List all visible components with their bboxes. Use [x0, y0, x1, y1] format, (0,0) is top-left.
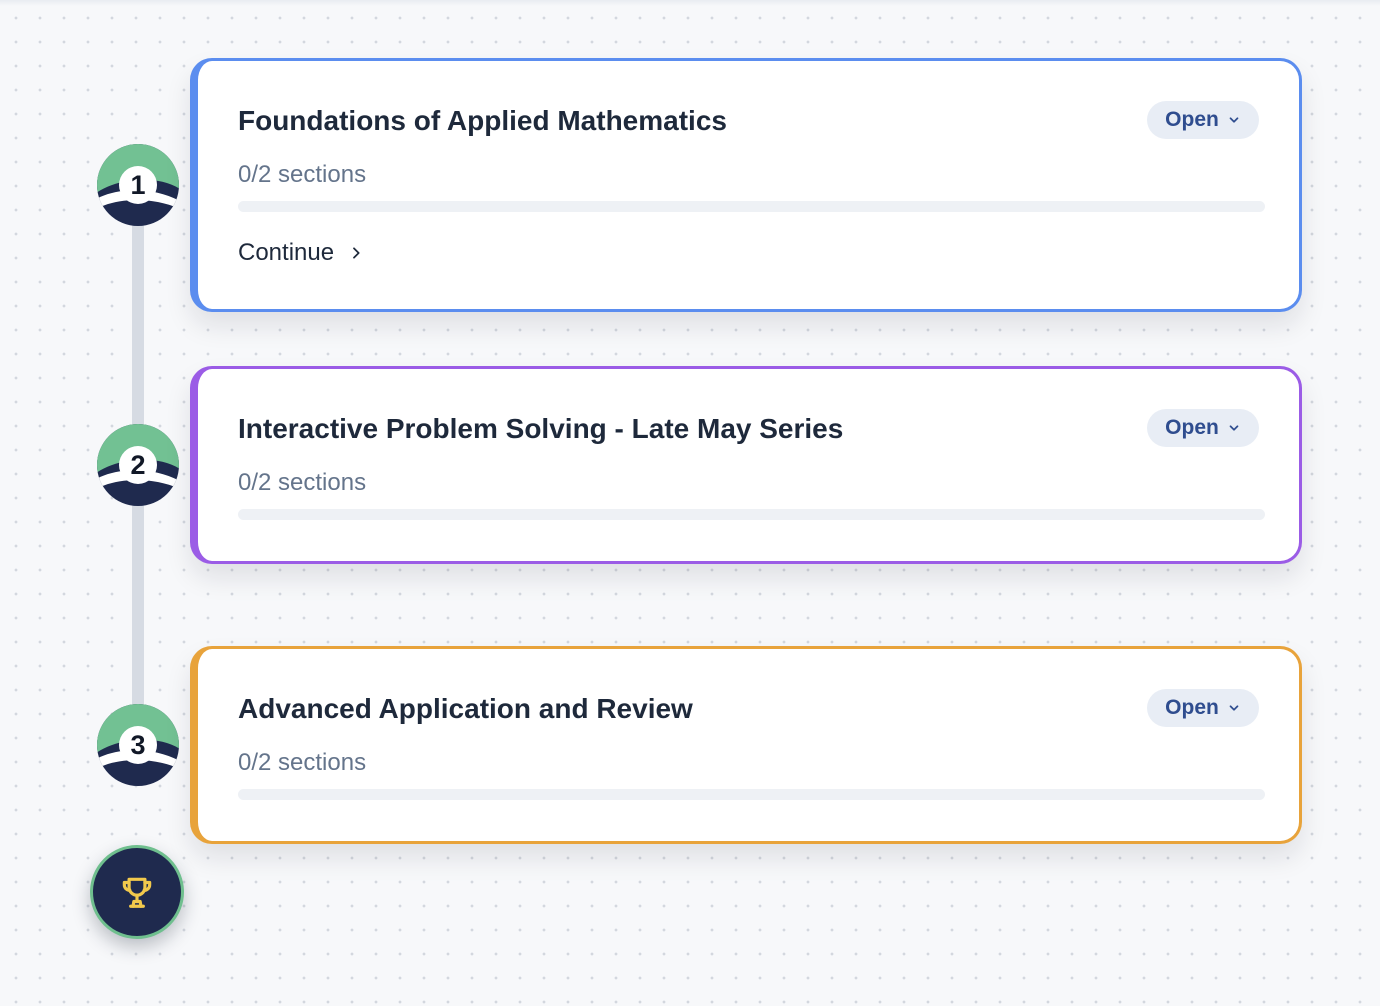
open-dropdown-button[interactable]: Open: [1147, 101, 1259, 139]
progress-bar: [238, 201, 1265, 212]
chevron-down-icon: [1229, 425, 1239, 431]
module-node-3: 3: [96, 703, 180, 787]
completion-trophy: [90, 845, 184, 939]
module-number: 1: [130, 170, 146, 200]
module-card-1[interactable]: Foundations of Applied Mathematics Open …: [190, 58, 1302, 312]
module-title: Interactive Problem Solving - Late May S…: [238, 413, 844, 444]
module-title: Foundations of Applied Mathematics: [238, 105, 727, 136]
open-dropdown-button[interactable]: Open: [1147, 409, 1259, 447]
open-label: Open: [1165, 108, 1219, 131]
module-node-1: 1: [96, 143, 180, 227]
chevron-down-icon: [1229, 117, 1239, 123]
module-card-2[interactable]: Interactive Problem Solving - Late May S…: [190, 366, 1302, 564]
chevron-down-icon: [1229, 705, 1239, 711]
open-dropdown-button[interactable]: Open: [1147, 689, 1259, 727]
chevron-right-icon: [353, 247, 360, 259]
open-label: Open: [1165, 696, 1219, 719]
progress-bar: [238, 789, 1265, 800]
continue-link[interactable]: Continue: [238, 239, 364, 267]
top-edge: [0, 0, 1380, 6]
open-label: Open: [1165, 416, 1219, 439]
sections-count: 0/2 sections: [238, 749, 367, 776]
module-title: Advanced Application and Review: [238, 693, 693, 724]
sections-count: 0/2 sections: [238, 469, 367, 496]
continue-label: Continue: [238, 239, 335, 266]
module-number: 2: [130, 450, 146, 480]
progress-bar: [238, 509, 1265, 520]
sections-count: 0/2 sections: [238, 161, 367, 188]
module-card-3[interactable]: Advanced Application and Review Open 0/2…: [190, 646, 1302, 844]
module-node-2: 2: [96, 423, 180, 507]
trophy-icon: [122, 877, 152, 908]
module-number: 3: [130, 730, 146, 760]
